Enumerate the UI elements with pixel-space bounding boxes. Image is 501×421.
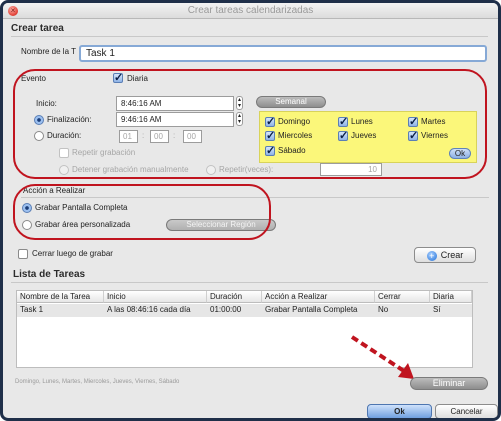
finalizacion-radio[interactable]: [34, 115, 44, 125]
detener-manual-radio[interactable]: [59, 165, 69, 175]
day-checkbox-domingo[interactable]: [265, 115, 275, 128]
table-header[interactable]: Inicio: [104, 291, 207, 303]
add-icon: +: [426, 250, 437, 261]
day-label: Lunes: [351, 117, 373, 126]
divider: [21, 197, 489, 198]
seleccionar-region-button[interactable]: Seleccionar Región: [166, 219, 276, 231]
crear-button[interactable]: + Crear: [414, 247, 476, 263]
duracion-separator: :: [173, 131, 176, 140]
table-cell: A las 08:46:16 cada día: [104, 304, 207, 317]
evento-label: Evento: [21, 74, 46, 83]
inicio-label: Inicio:: [36, 99, 57, 108]
repetir-veces-label: Repetir(veces):: [219, 165, 274, 174]
duracion-separator: :: [142, 131, 145, 140]
day-checkbox-martes[interactable]: [408, 115, 418, 128]
repetir-grabacion-checkbox[interactable]: [59, 148, 69, 158]
days-ok-button[interactable]: Ok: [449, 148, 471, 159]
day-checkbox-miercoles[interactable]: [265, 129, 275, 142]
selected-days-summary: Domingo, Lunes, Martes, Miercoles, Jueve…: [15, 379, 180, 385]
cancelar-button[interactable]: Cancelar: [435, 404, 498, 418]
finalizacion-stepper[interactable]: ▴ ▾: [236, 112, 243, 126]
section-crear-tarea: Crear tarea: [11, 23, 64, 34]
inicio-stepper[interactable]: ▴ ▾: [236, 96, 243, 110]
duracion-hours-field[interactable]: 01: [119, 130, 138, 143]
duracion-minutes-field[interactable]: 00: [150, 130, 169, 143]
grabar-completa-label: Grabar Pantalla Completa: [35, 203, 128, 212]
day-checkbox-lunes[interactable]: [338, 115, 348, 128]
crear-label: Crear: [440, 250, 464, 260]
semanal-button[interactable]: Semanal: [256, 96, 326, 108]
repetir-grabacion-label: Repetir grabación: [72, 148, 136, 157]
task-name-label: Nombre de la T: [21, 47, 76, 56]
days-panel: Domingo Lunes Martes Miercoles Jueves Vi…: [259, 111, 477, 163]
table-header[interactable]: Acción a Realizar: [262, 291, 375, 303]
divider: [11, 282, 488, 283]
finalizacion-label: Finalización:: [47, 115, 92, 124]
table-cell: No: [375, 304, 430, 317]
duracion-radio[interactable]: [34, 131, 44, 141]
accion-label: Acción a Realizar: [23, 186, 86, 195]
window-title: Crear tareas calendarizadas: [187, 5, 314, 16]
finalizacion-time-field[interactable]: 9:46:16 AM: [116, 112, 234, 127]
day-label: Sábado: [278, 146, 306, 155]
repetir-veces-radio[interactable]: [206, 165, 216, 175]
day-label: Domingo: [278, 117, 311, 126]
cerrar-label: Cerrar luego de grabar: [32, 249, 113, 258]
repetir-veces-field[interactable]: 10: [320, 163, 382, 176]
dialog-window: × Crear tareas calendarizadas Crear tare…: [0, 0, 501, 421]
day-checkbox-viernes[interactable]: [408, 129, 418, 142]
grabar-completa-radio[interactable]: [22, 203, 32, 213]
ok-button[interactable]: Ok: [367, 404, 432, 418]
task-name-input[interactable]: Task 1: [79, 45, 487, 62]
table-header[interactable]: Duración: [207, 291, 262, 303]
grabar-area-label: Grabar área personalizada: [35, 220, 131, 229]
day-label: Martes: [421, 117, 446, 126]
day-checkbox-sabado[interactable]: [265, 144, 275, 157]
table-cell: Grabar Pantalla Completa: [262, 304, 375, 317]
eliminar-button[interactable]: Eliminar: [410, 377, 488, 390]
table-header[interactable]: Cerrar: [375, 291, 430, 303]
day-label: Viernes: [421, 131, 448, 140]
table-cell: Sí: [430, 304, 472, 317]
day-label: Jueves: [351, 131, 377, 140]
section-lista-tareas: Lista de Tareas: [13, 269, 86, 280]
day-label: Miercoles: [278, 131, 313, 140]
table-header[interactable]: Nombre de la Tarea: [17, 291, 104, 303]
day-checkbox-jueves[interactable]: [338, 129, 348, 142]
diaria-checkbox[interactable]: [113, 71, 123, 84]
duracion-seconds-field[interactable]: 00: [183, 130, 202, 143]
grabar-area-radio[interactable]: [22, 220, 32, 230]
detener-manual-label: Detener grabación manualmente: [72, 165, 189, 174]
title-bar[interactable]: × Crear tareas calendarizadas: [3, 3, 498, 19]
inicio-time-field[interactable]: 8:46:16 AM: [116, 96, 234, 111]
cerrar-checkbox[interactable]: [18, 249, 28, 259]
duracion-label: Duración:: [47, 131, 82, 140]
diaria-label: Diaria: [127, 74, 148, 83]
divider: [11, 36, 488, 37]
table-header[interactable]: Diaria: [430, 291, 472, 303]
table-cell: 01:00:00: [207, 304, 262, 317]
table-cell: Task 1: [17, 304, 104, 317]
